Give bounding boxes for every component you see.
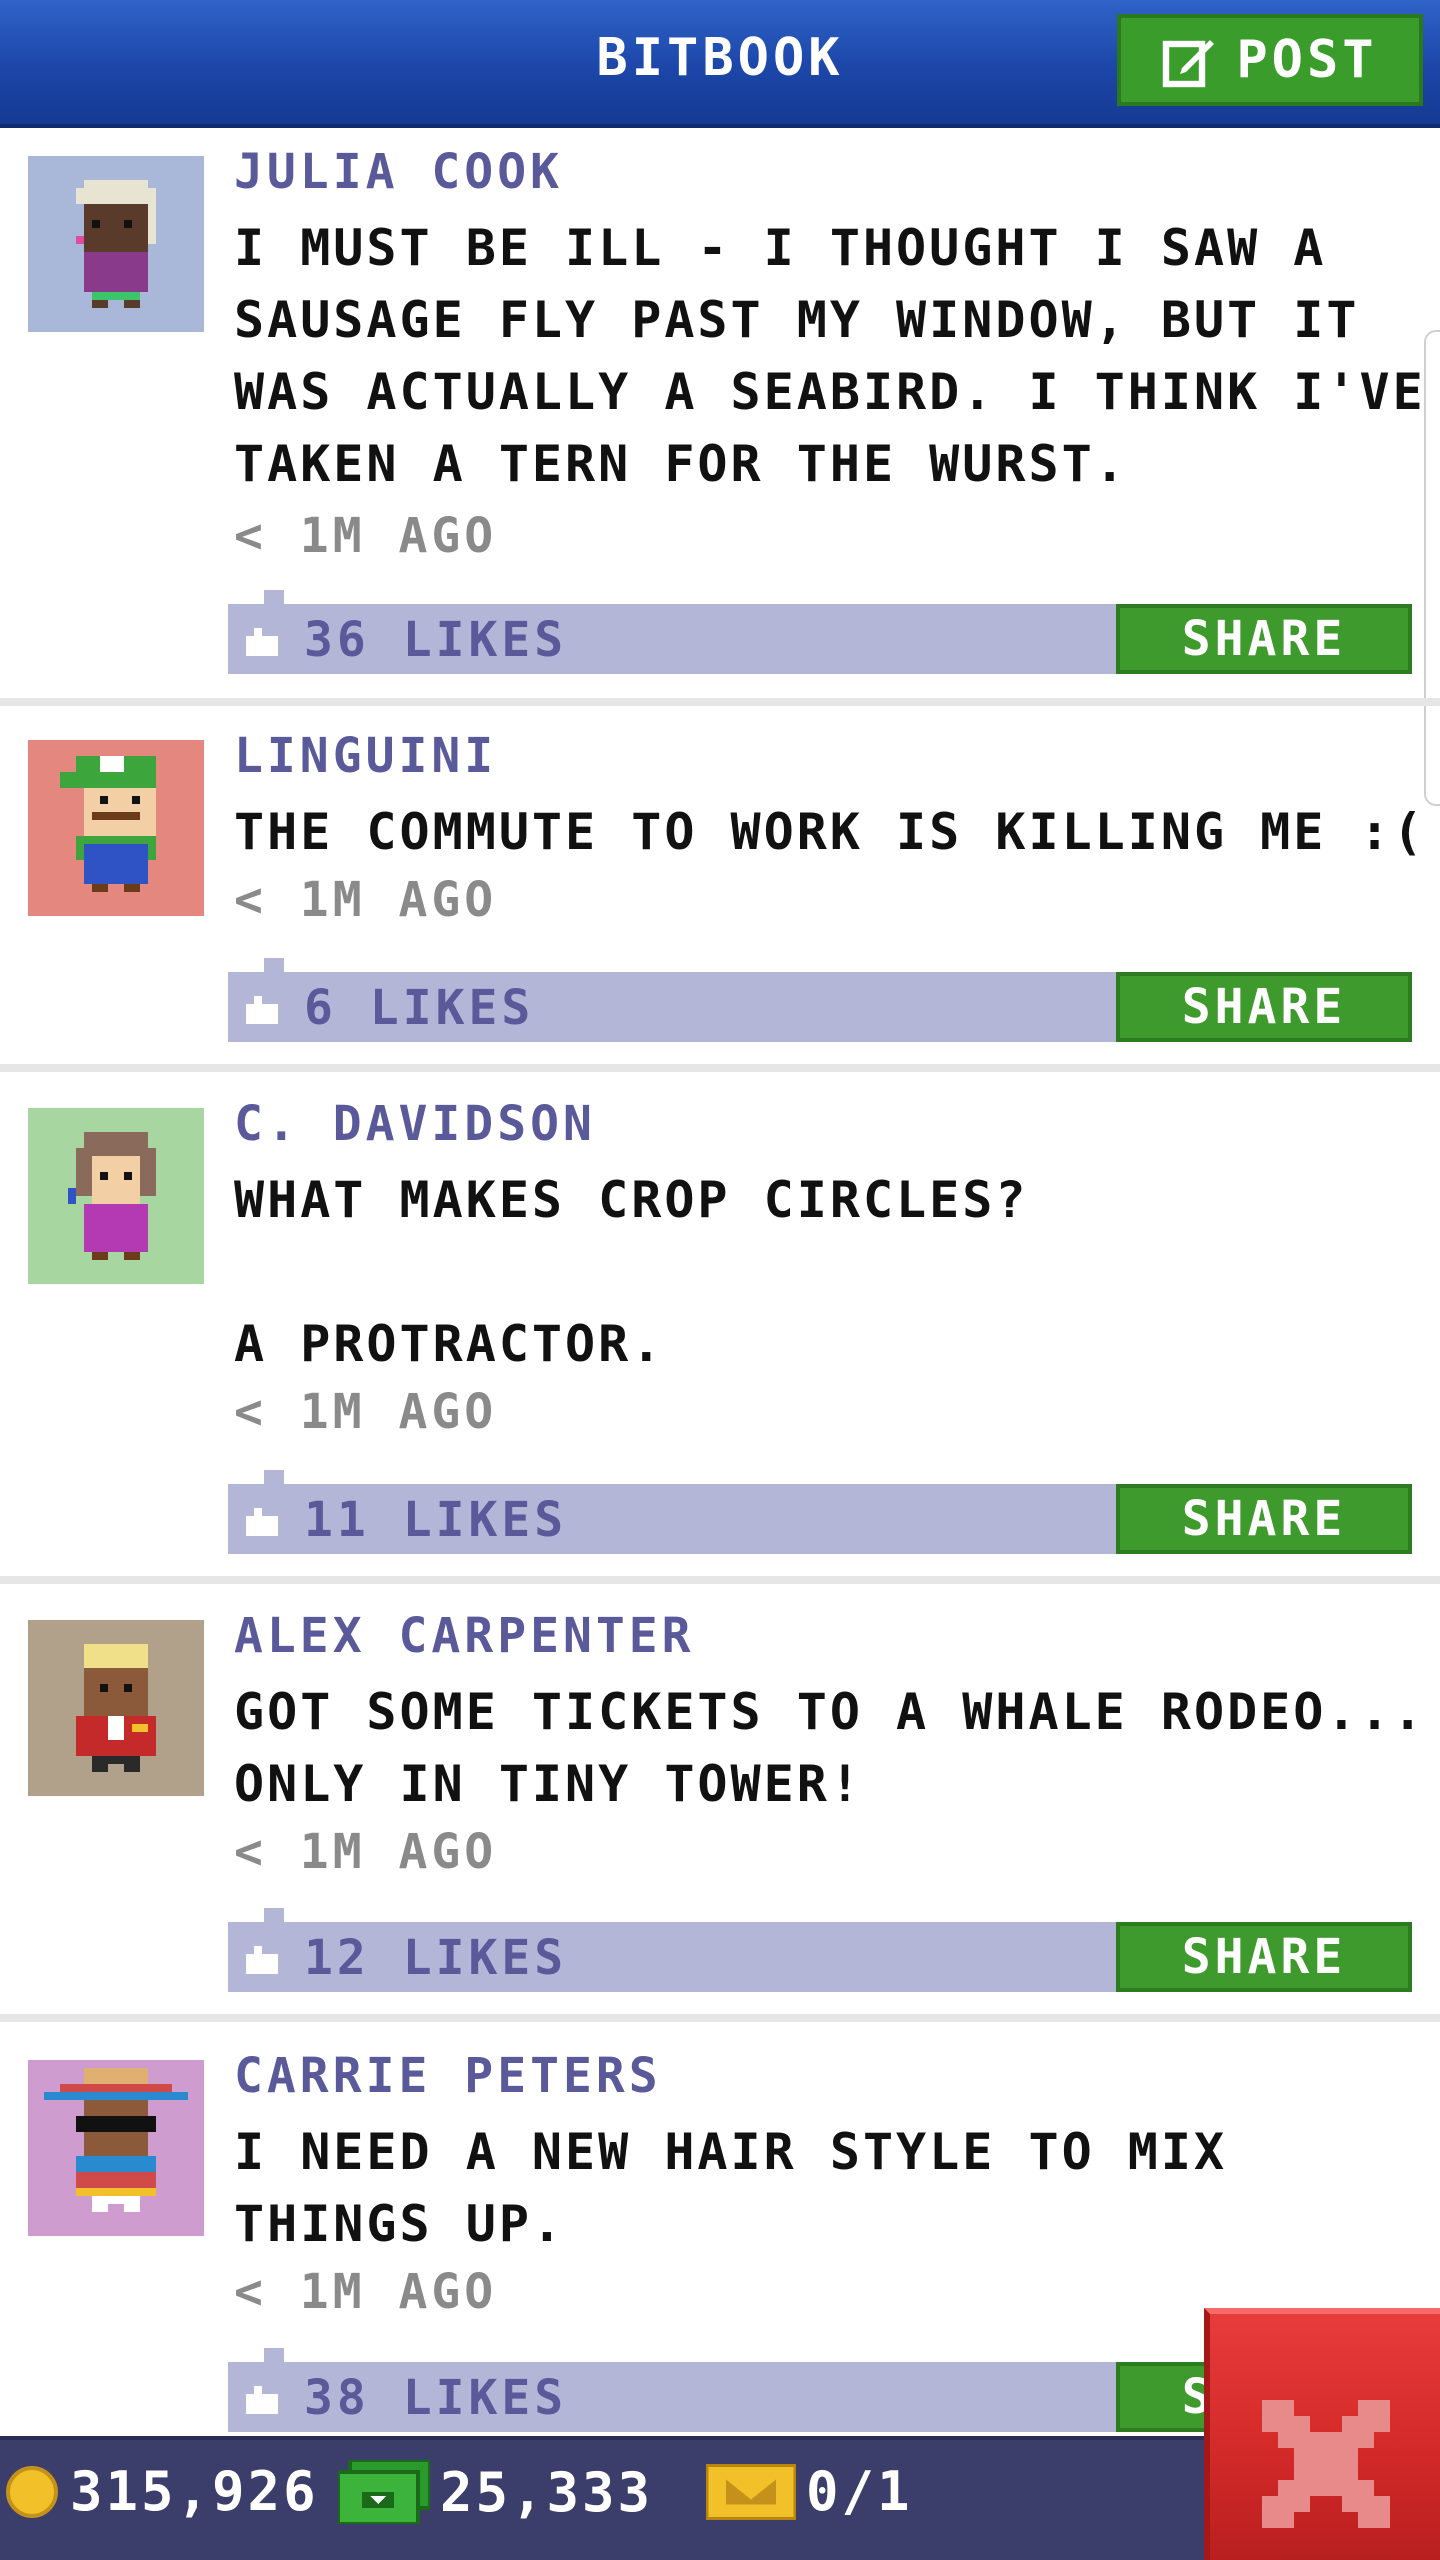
post-button-label: POST: [1236, 30, 1378, 90]
post-time: < 1M AGO: [234, 1824, 498, 1880]
ticket-icon: [706, 2463, 796, 2520]
likes-count: 12 LIKES: [304, 1930, 568, 1986]
like-bar[interactable]: 36 LIKES SHARE: [228, 590, 1412, 674]
post-text: I MUST BE ILL - I THOUGHT I SAW A SAUSAG…: [234, 219, 1426, 493]
post-text: GOT SOME TICKETS TO A WHALE RODEO... ONL…: [234, 1683, 1426, 1813]
coins-value: 315,926: [70, 2460, 319, 2523]
post-time: < 1M AGO: [234, 2264, 498, 2320]
bux-value: 25,333: [440, 2460, 654, 2524]
post-author[interactable]: C. DAVIDSON: [234, 1096, 596, 1152]
app-header: BITBOOK POST: [0, 0, 1440, 128]
carrie-peters-avatar-icon[interactable]: [28, 2060, 204, 2236]
like-bar-notch: [264, 590, 284, 604]
post-author[interactable]: ALEX CARPENTER: [234, 1608, 695, 1664]
post-text: THE COMMUTE TO WORK IS KILLING ME :(: [234, 803, 1426, 861]
post-text: WHAT MAKES CROP CIRCLES? A PROTRACTOR.: [234, 1171, 1029, 1373]
like-bar[interactable]: 12 LIKES SHARE: [228, 1908, 1412, 1992]
bitbook-screen: BITBOOK POST JULIA COOK I MUST BE ILL - …: [0, 0, 1440, 2560]
bux-stat: 25,333: [338, 2460, 653, 2524]
post-text: I NEED A NEW HAIR STYLE TO MIX THINGS UP…: [234, 2123, 1228, 2253]
close-button[interactable]: [1204, 2308, 1440, 2560]
post-divider: [0, 698, 1440, 706]
coins-stat: 315,926: [4, 2460, 319, 2523]
post-time: < 1M AGO: [234, 1384, 498, 1440]
post-author[interactable]: CARRIE PETERS: [234, 2048, 662, 2104]
bux-icon: [338, 2460, 430, 2524]
share-button[interactable]: SHARE: [1116, 1484, 1412, 1554]
post-divider: [0, 1064, 1440, 1072]
c-davidson-avatar-icon[interactable]: [28, 1108, 204, 1284]
thumbs-up-icon: [246, 1508, 278, 1536]
close-icon: [1262, 2400, 1390, 2528]
alex-carpenter-avatar-icon[interactable]: [28, 1620, 204, 1796]
post-time: < 1M AGO: [234, 508, 498, 564]
tickets-value: 0/1: [806, 2460, 913, 2523]
likes-count: 36 LIKES: [304, 612, 568, 668]
linguini-avatar-icon[interactable]: [28, 740, 204, 916]
thumbs-up-icon: [246, 996, 278, 1024]
julia-cook-avatar-icon[interactable]: [28, 156, 204, 332]
post-divider: [0, 2014, 1440, 2022]
like-bar[interactable]: 11 LIKES SHARE: [228, 1470, 1412, 1554]
coin-icon: [6, 2465, 58, 2518]
like-bar-notch: [264, 2348, 284, 2362]
like-bar-notch: [264, 1908, 284, 1922]
post-time: < 1M AGO: [234, 872, 498, 928]
thumbs-up-icon: [246, 2386, 278, 2414]
share-button[interactable]: SHARE: [1116, 972, 1412, 1042]
likes-count: 11 LIKES: [304, 1492, 568, 1548]
post-divider: [0, 1576, 1440, 1584]
likes-count: 6 LIKES: [304, 980, 535, 1036]
share-button[interactable]: SHARE: [1116, 604, 1412, 674]
post-author[interactable]: JULIA COOK: [234, 144, 563, 200]
tickets-stat: 0/1: [706, 2460, 913, 2523]
share-button[interactable]: SHARE: [1116, 1922, 1412, 1992]
like-bar-notch: [264, 1470, 284, 1484]
thumbs-up-icon: [246, 1946, 278, 1974]
thumbs-up-icon: [246, 628, 278, 656]
like-bar[interactable]: 6 LIKES SHARE: [228, 958, 1412, 1042]
post-button[interactable]: POST: [1117, 14, 1423, 106]
post-author[interactable]: LINGUINI: [234, 728, 497, 784]
compose-icon: [1162, 32, 1218, 88]
like-bar-notch: [264, 958, 284, 972]
likes-count: 38 LIKES: [304, 2370, 568, 2426]
